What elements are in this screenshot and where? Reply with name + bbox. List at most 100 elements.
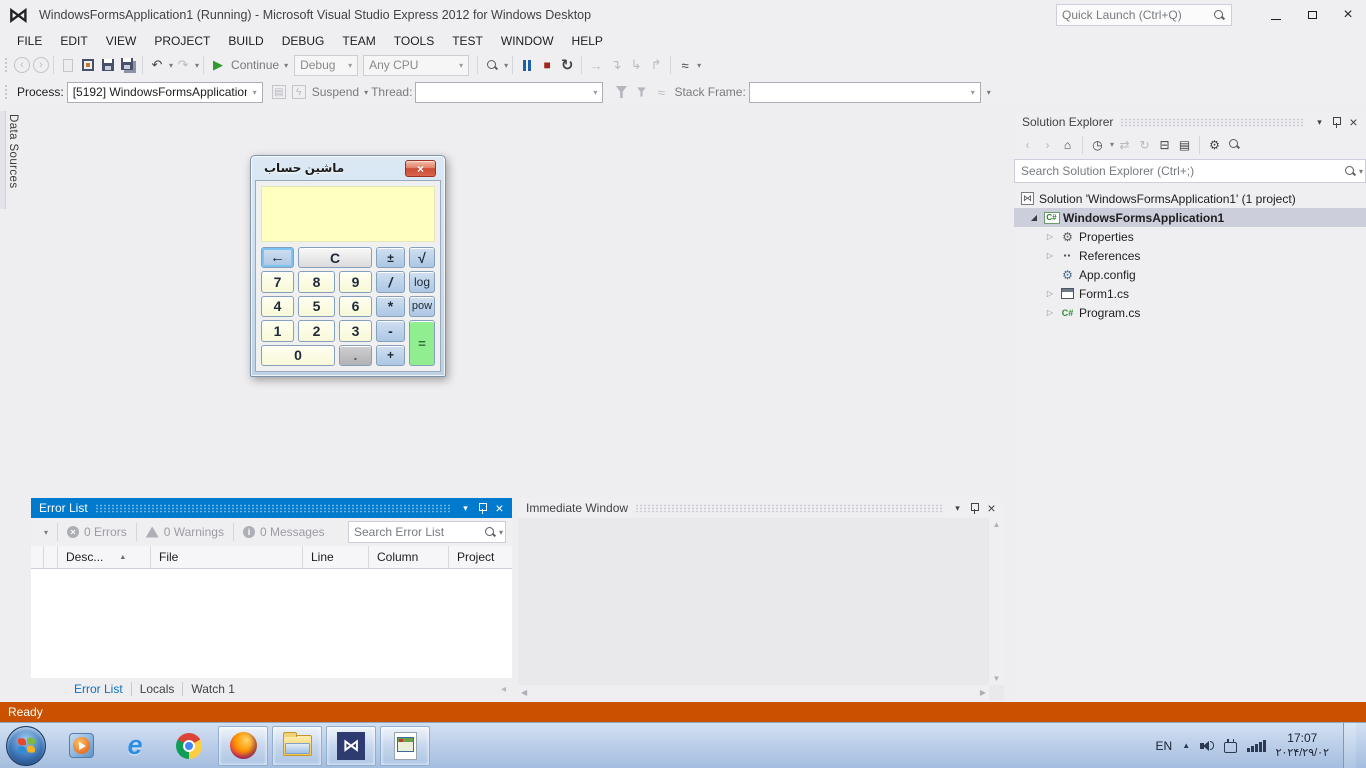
immediate-window-body[interactable]: ▲ ▼ ◀ ▶ xyxy=(518,518,1004,700)
taskbar-explorer-button[interactable] xyxy=(272,726,322,766)
toggle-flagged-icon[interactable]: ≈ xyxy=(651,81,671,103)
clear-button[interactable]: C xyxy=(298,247,372,268)
expander-collapsed-icon[interactable]: ▷ xyxy=(1042,308,1058,317)
power-icon[interactable] xyxy=(1224,742,1237,753)
navigate-forward-icon[interactable]: › xyxy=(33,57,49,73)
network-signal-icon[interactable] xyxy=(1247,740,1266,752)
tree-item-form1[interactable]: ▷ Form1.cs xyxy=(1014,284,1366,303)
four-button[interactable]: 4 xyxy=(261,296,294,317)
step-into-icon[interactable]: ↴ xyxy=(606,54,626,76)
two-button[interactable]: 2 xyxy=(298,320,335,341)
home-icon[interactable]: ⌂ xyxy=(1058,135,1077,155)
stop-debugging-icon[interactable]: ■ xyxy=(537,54,557,76)
tab-scroll-left-icon[interactable]: ◂ xyxy=(501,684,506,695)
taskbar-winforms-app-button[interactable] xyxy=(380,726,430,766)
three-button[interactable]: 3 xyxy=(339,320,372,341)
taskbar-firefox-button[interactable] xyxy=(218,726,268,766)
volume-icon[interactable] xyxy=(1200,741,1214,751)
menu-tools[interactable]: TOOLS xyxy=(385,32,443,50)
configuration-combo[interactable]: Debug ▾ xyxy=(294,55,358,76)
menu-project[interactable]: PROJECT xyxy=(145,32,219,50)
taskbar-visual-studio-button[interactable]: ⋈ xyxy=(326,726,376,766)
window-position-icon[interactable]: ▾ xyxy=(457,500,474,516)
error-list-title-bar[interactable]: Error List ▾ × xyxy=(31,498,512,518)
menu-team[interactable]: TEAM xyxy=(333,32,384,50)
zero-button[interactable]: 0 xyxy=(261,345,335,366)
thread-combo[interactable]: ▾ xyxy=(415,82,603,103)
pin-icon[interactable] xyxy=(474,500,491,516)
flag-filter-icon[interactable] xyxy=(631,81,651,103)
plus-button[interactable]: + xyxy=(376,345,405,366)
backspace-button[interactable]: ← xyxy=(261,247,294,268)
scroll-left-icon[interactable]: ◀ xyxy=(521,688,527,697)
suspend-label[interactable]: Suspend xyxy=(312,85,359,99)
six-button[interactable]: 6 xyxy=(339,296,372,317)
menu-help[interactable]: HELP xyxy=(563,32,612,50)
scroll-up-icon[interactable]: ▲ xyxy=(993,520,1001,529)
close-icon[interactable]: × xyxy=(491,500,508,516)
show-threads-icon[interactable]: ≈ xyxy=(675,54,695,76)
find-icon[interactable] xyxy=(482,54,502,76)
show-hidden-icons-icon[interactable]: ▲ xyxy=(1182,741,1190,750)
menu-edit[interactable]: EDIT xyxy=(51,32,96,50)
back-icon[interactable]: ‹ xyxy=(1018,135,1037,155)
menu-test[interactable]: TEST xyxy=(443,32,492,50)
errors-count[interactable]: 0 Errors xyxy=(84,525,127,539)
solution-explorer-search-box[interactable]: ▾ xyxy=(1014,159,1366,183)
redo-icon[interactable]: ↷ xyxy=(173,54,193,76)
vertical-scrollbar[interactable]: ▲ ▼ xyxy=(989,518,1004,685)
equals-button[interactable]: = xyxy=(409,320,435,366)
column-line[interactable]: Line xyxy=(303,546,369,568)
five-button[interactable]: 5 xyxy=(298,296,335,317)
taskbar-internet-explorer-button[interactable]: e xyxy=(110,726,160,766)
save-icon[interactable] xyxy=(98,54,118,76)
close-button[interactable]: × xyxy=(1330,0,1366,30)
minimize-button[interactable] xyxy=(1258,0,1294,30)
paste-icon[interactable] xyxy=(58,54,78,76)
toolbar-overflow-icon[interactable]: ▾ xyxy=(697,61,701,70)
calculator-close-button[interactable]: × xyxy=(405,160,436,177)
forward-icon[interactable]: › xyxy=(1038,135,1057,155)
quick-launch-box[interactable] xyxy=(1056,4,1232,26)
plus-minus-button[interactable]: ± xyxy=(376,247,405,268)
solution-explorer-title-bar[interactable]: Solution Explorer ▾ × xyxy=(1014,112,1366,132)
tree-item-solution[interactable]: ⋈ Solution 'WindowsFormsApplication1' (1… xyxy=(1014,189,1366,208)
taskbar-media-player-button[interactable] xyxy=(56,726,106,766)
search-options-icon[interactable]: ▾ xyxy=(1359,167,1363,176)
menu-view[interactable]: VIEW xyxy=(97,32,146,50)
taskbar-chrome-button[interactable] xyxy=(164,726,214,766)
one-button[interactable]: 1 xyxy=(261,320,294,341)
menu-debug[interactable]: DEBUG xyxy=(273,32,334,50)
toolbar-overflow-icon[interactable]: ▾ xyxy=(987,88,991,97)
error-list-search-input[interactable] xyxy=(354,525,484,539)
tree-item-appconfig[interactable]: ⚙ App.config xyxy=(1014,265,1366,284)
flag-threads-icon[interactable] xyxy=(611,81,631,103)
start-button[interactable] xyxy=(6,726,46,766)
refresh-icon[interactable]: ↻ xyxy=(1135,135,1154,155)
show-next-statement-icon[interactable]: → xyxy=(586,54,606,76)
column-severity[interactable] xyxy=(31,546,44,568)
column-project[interactable]: Project xyxy=(449,546,512,568)
menu-build[interactable]: BUILD xyxy=(219,32,272,50)
suspend-dropdown-icon[interactable]: ▾ xyxy=(364,88,368,97)
decimal-button[interactable]: . xyxy=(339,345,372,366)
tree-item-project[interactable]: ◢ C# WindowsFormsApplication1 xyxy=(1014,208,1366,227)
log-button[interactable]: log xyxy=(409,271,435,292)
platform-combo[interactable]: Any CPU ▾ xyxy=(363,55,469,76)
continue-play-icon[interactable]: ▶ xyxy=(208,54,228,76)
sync-with-active-document-icon[interactable]: ⇄ xyxy=(1115,135,1134,155)
menu-window[interactable]: WINDOW xyxy=(492,32,563,50)
tree-item-properties[interactable]: ▷ ⚙ Properties xyxy=(1014,227,1366,246)
search-options-icon[interactable]: ▾ xyxy=(499,528,503,537)
break-all-processes-icon[interactable]: ϟ xyxy=(289,81,309,103)
expander-collapsed-icon[interactable]: ▷ xyxy=(1042,232,1058,241)
restart-icon[interactable]: ↻ xyxy=(557,54,577,76)
toolbar-grip[interactable] xyxy=(4,84,9,100)
tree-item-references[interactable]: ▷ ▪▪ References xyxy=(1014,246,1366,265)
stack-frame-combo[interactable]: ▾ xyxy=(749,82,981,103)
undo-icon[interactable]: ↶ xyxy=(147,54,167,76)
pin-icon[interactable] xyxy=(966,500,983,516)
step-over-icon[interactable]: ↳ xyxy=(626,54,646,76)
immediate-window-title-bar[interactable]: Immediate Window ▾ × xyxy=(518,498,1004,518)
column-file[interactable]: File xyxy=(151,546,303,568)
